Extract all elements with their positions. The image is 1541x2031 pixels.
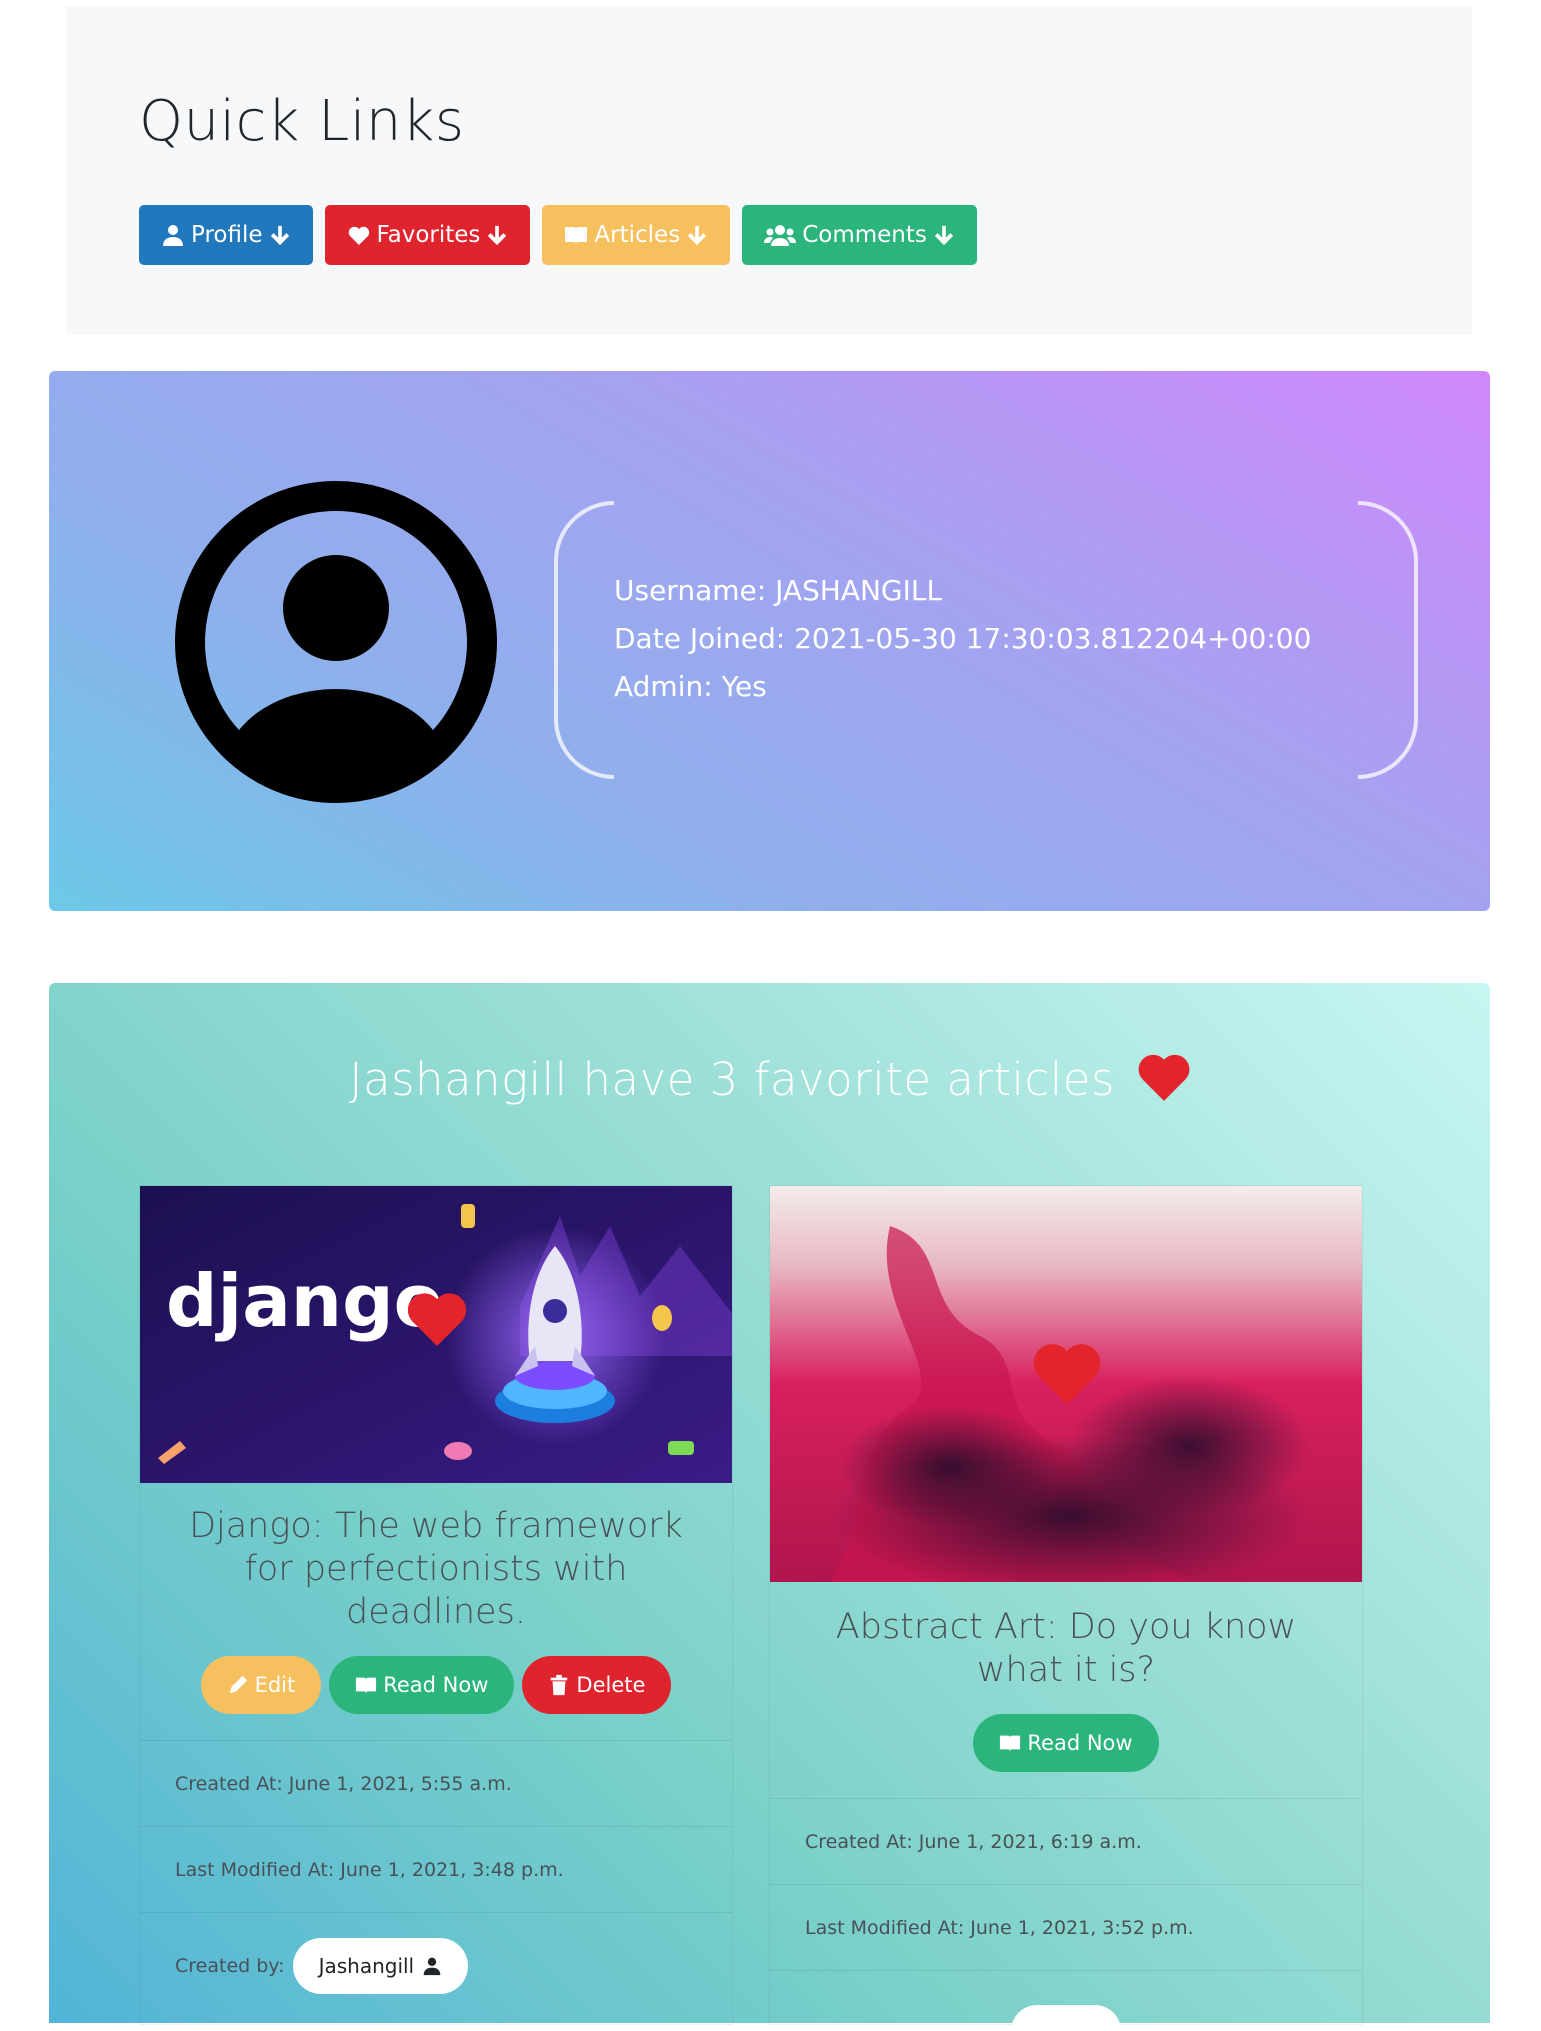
user-icon bbox=[423, 1957, 441, 1975]
bracket-left bbox=[554, 501, 614, 779]
article-created-by: Created by: Jashangill bbox=[140, 1912, 732, 2018]
favorites-link-label: Favorites bbox=[376, 222, 481, 248]
profile-info: Username: JASHANGILL Date Joined: 2021-0… bbox=[614, 567, 1311, 711]
article-image[interactable]: django bbox=[140, 1186, 732, 1483]
favorites-section: Jashangill have 3 favorite articles djan… bbox=[49, 983, 1490, 2031]
profile-info-box: Username: JASHANGILL Date Joined: 2021-0… bbox=[554, 501, 1418, 779]
article-card: django Django: The web framework for per… bbox=[139, 1185, 733, 2025]
edit-label: Edit bbox=[254, 1673, 296, 1697]
article-card: Abstract Art: Do you know what it is? Re… bbox=[769, 1185, 1363, 2031]
articles-link-label: Articles bbox=[594, 222, 681, 248]
arrow-down-icon bbox=[270, 225, 289, 246]
article-created-by bbox=[770, 1970, 1362, 2031]
user-icon bbox=[163, 225, 183, 246]
profile-card: Username: JASHANGILL Date Joined: 2021-0… bbox=[49, 371, 1490, 911]
book-open-icon bbox=[356, 1677, 377, 1694]
delete-label: Delete bbox=[576, 1673, 646, 1697]
comments-link-label: Comments bbox=[802, 222, 927, 248]
profile-link-label: Profile bbox=[191, 222, 263, 248]
author-button[interactable]: Jashangill bbox=[292, 1937, 469, 1994]
pen-icon bbox=[229, 1675, 247, 1694]
created-at-text: Created At: June 1, 2021, 6:19 a.m. bbox=[805, 1830, 1142, 1853]
quick-links-title: Quick Links bbox=[139, 89, 465, 154]
articles-link-button[interactable]: Articles bbox=[542, 205, 731, 265]
comments-link-button[interactable]: Comments bbox=[742, 205, 977, 265]
read-now-button[interactable]: Read Now bbox=[329, 1656, 515, 1714]
arrow-down-icon bbox=[688, 225, 707, 246]
delete-button[interactable]: Delete bbox=[522, 1656, 672, 1714]
users-icon bbox=[764, 225, 797, 246]
article-title[interactable]: Abstract Art: Do you know what it is? bbox=[770, 1606, 1362, 1692]
arrow-down-icon bbox=[934, 225, 954, 246]
modified-at-text: Last Modified At: June 1, 2021, 3:52 p.m… bbox=[805, 1916, 1194, 1939]
edit-button[interactable]: Edit bbox=[200, 1656, 322, 1714]
django-logo-text: django bbox=[166, 1259, 443, 1343]
author-button[interactable] bbox=[1011, 2005, 1121, 2031]
created-at-text: Created At: June 1, 2021, 5:55 a.m. bbox=[175, 1772, 512, 1795]
favorites-heading-text: Jashangill have 3 favorite articles bbox=[349, 1053, 1115, 1106]
author-name: Jashangill bbox=[318, 1953, 415, 1978]
profile-admin: Admin: Yes bbox=[614, 670, 767, 703]
heart-icon bbox=[1138, 1054, 1190, 1101]
trash-icon bbox=[551, 1674, 568, 1696]
profile-link-button[interactable]: Profile bbox=[139, 205, 313, 265]
article-created-at: Created At: June 1, 2021, 5:55 a.m. bbox=[140, 1740, 732, 1826]
quick-links-buttons: Profile Favorites Articles Comments bbox=[139, 205, 1472, 265]
article-created-at: Created At: June 1, 2021, 6:19 a.m. bbox=[770, 1798, 1362, 1884]
arrow-down-icon bbox=[488, 225, 507, 246]
user-circle-icon bbox=[175, 481, 497, 803]
favorites-heading: Jashangill have 3 favorite articles bbox=[49, 1053, 1490, 1106]
quick-links-panel: Quick Links Profile Favorites Articles C… bbox=[66, 6, 1472, 335]
article-actions: Read Now bbox=[770, 1714, 1362, 1772]
article-title[interactable]: Django: The web framework for perfection… bbox=[140, 1505, 732, 1634]
read-now-button[interactable]: Read Now bbox=[973, 1714, 1159, 1772]
favorites-link-button[interactable]: Favorites bbox=[324, 205, 531, 265]
profile-date-joined: Date Joined: 2021-05-30 17:30:03.812204+… bbox=[614, 622, 1312, 655]
profile-username: Username: JASHANGILL bbox=[614, 574, 943, 607]
django-banner-image: django bbox=[140, 1186, 732, 1483]
article-modified-at: Last Modified At: June 1, 2021, 3:52 p.m… bbox=[770, 1884, 1362, 1970]
article-modified-at: Last Modified At: June 1, 2021, 3:48 p.m… bbox=[140, 1826, 732, 1912]
abstract-ink-image bbox=[770, 1186, 1362, 1582]
created-by-label: Created by: bbox=[175, 1954, 285, 1977]
book-open-icon bbox=[1000, 1735, 1021, 1752]
article-image[interactable] bbox=[770, 1186, 1362, 1582]
read-now-label: Read Now bbox=[1027, 1731, 1133, 1755]
article-actions: Edit Read Now Delete bbox=[140, 1656, 732, 1714]
book-open-icon bbox=[565, 227, 588, 244]
heart-icon bbox=[348, 226, 369, 245]
modified-at-text: Last Modified At: June 1, 2021, 3:48 p.m… bbox=[175, 1858, 564, 1881]
read-now-label: Read Now bbox=[383, 1673, 489, 1697]
bracket-right bbox=[1358, 501, 1418, 779]
